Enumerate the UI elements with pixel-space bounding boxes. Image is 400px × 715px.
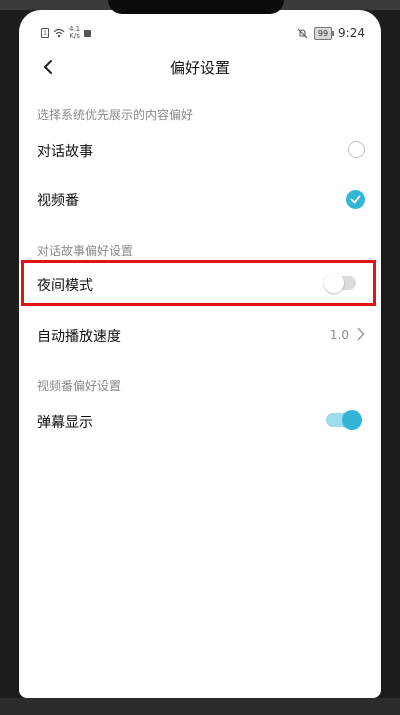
- option-video-series[interactable]: 视频番: [19, 179, 381, 219]
- setting-night-mode[interactable]: 夜间模式: [19, 264, 381, 304]
- setting-label: 自动播放速度: [37, 329, 121, 345]
- chevron-right-icon: [357, 327, 365, 341]
- section-label-video-settings: 视频番偏好设置: [37, 379, 122, 393]
- section-label-dialogue-settings: 对话故事偏好设置: [37, 244, 134, 258]
- option-label: 对话故事: [37, 144, 93, 160]
- sim-icon: 1: [41, 28, 49, 38]
- radio-unselected[interactable]: [348, 141, 365, 158]
- net-speed: 4.1 K/s: [69, 26, 80, 40]
- bell-off-icon: [297, 28, 308, 38]
- camera-notch: [108, 0, 284, 14]
- status-left: 1 4.1 K/s: [41, 26, 92, 40]
- phone-screen: 1 4.1 K/s 99 9:24 偏好设置 选择系统优先展示的内容偏好 对话故…: [19, 10, 381, 698]
- toggle-knob: [324, 273, 344, 293]
- device-bottom-edge: [0, 698, 400, 715]
- option-dialogue-stories[interactable]: 对话故事: [19, 130, 381, 170]
- page-title: 偏好设置: [169, 59, 230, 77]
- danmaku-toggle[interactable]: [326, 410, 362, 430]
- setting-autoplay-speed[interactable]: 自动播放速度 1.0: [19, 315, 381, 355]
- toggle-knob: [342, 410, 362, 430]
- setting-label: 弹幕显示: [37, 415, 93, 431]
- option-label: 视频番: [37, 193, 79, 209]
- battery-indicator: 99: [313, 26, 335, 40]
- night-mode-toggle[interactable]: [324, 273, 356, 293]
- notification-icon: [84, 29, 92, 37]
- status-time: 9:24: [338, 26, 365, 40]
- radio-selected[interactable]: [346, 190, 365, 209]
- check-icon: [350, 195, 361, 204]
- autoplay-speed-value: 1.0: [329, 328, 349, 342]
- setting-label: 夜间模式: [37, 278, 93, 294]
- setting-danmaku-display[interactable]: 弹幕显示: [19, 401, 381, 441]
- section-label-content-preference: 选择系统优先展示的内容偏好: [37, 108, 194, 122]
- device-frame: 1 4.1 K/s 99 9:24 偏好设置 选择系统优先展示的内容偏好 对话故…: [0, 0, 400, 715]
- nav-header: 偏好设置: [19, 50, 381, 86]
- status-right: 99 9:24: [297, 26, 365, 40]
- net-speed-unit: K/s: [69, 32, 80, 40]
- status-bar: 1 4.1 K/s 99 9:24: [19, 10, 381, 44]
- wifi-icon: [53, 28, 65, 38]
